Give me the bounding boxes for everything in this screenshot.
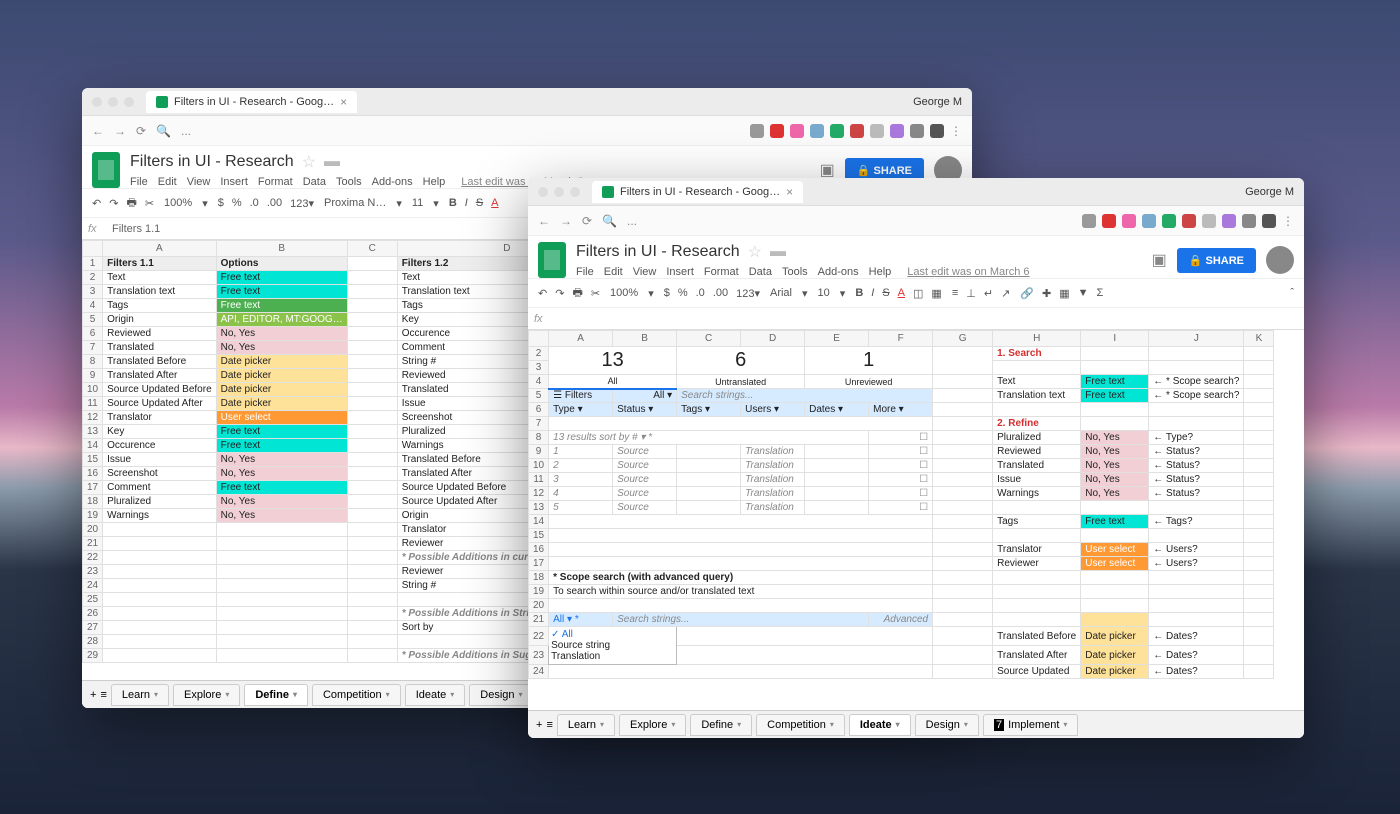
formula-bar[interactable]: fx <box>528 308 1304 330</box>
browser-tab[interactable]: Filters in UI - Research - Goog…× <box>592 181 803 203</box>
sheet-tab-design[interactable]: Design ▾ <box>915 714 979 736</box>
sheet-tab-ideate[interactable]: Ideate ▾ <box>849 714 911 736</box>
avatar[interactable] <box>1266 246 1294 274</box>
toolbar[interactable]: ↶↷🖶✂ 100%▾ $%.0.00123▾ Arial▾10▾ BISA◫▦ … <box>528 278 1304 308</box>
sheets-icon <box>156 96 168 108</box>
sheet-tab-define[interactable]: Define ▾ <box>690 714 752 736</box>
menu-bar[interactable]: File Edit View Insert Format Data Tools Add-ons… <box>130 176 584 188</box>
menu-file[interactable]: File <box>576 266 594 278</box>
menu-format[interactable]: Format <box>704 266 739 278</box>
titlebar[interactable]: Filters in UI - Research - Goog…× George… <box>528 178 1304 206</box>
menu-view[interactable]: View <box>187 176 211 188</box>
menu-insert[interactable]: Insert <box>666 266 694 278</box>
last-edit[interactable]: Last edit was on March 6 <box>907 266 1029 278</box>
titlebar[interactable]: Filters in UI - Research - Goog…× George… <box>82 88 972 116</box>
menu-format[interactable]: Format <box>258 176 293 188</box>
browser-tab[interactable]: Filters in UI - Research - Goog…× <box>146 91 357 113</box>
app-header: Filters in UI - Research☆▬ FileEditViewI… <box>528 236 1304 278</box>
add-sheet-icon[interactable]: + <box>90 689 96 701</box>
menu-edit[interactable]: Edit <box>158 176 177 188</box>
back-icon[interactable]: ← <box>92 124 104 138</box>
sheet-tab-learn[interactable]: Learn ▾ <box>557 714 615 736</box>
user-label: George M <box>913 96 962 108</box>
menu-tools[interactable]: Tools <box>782 266 808 278</box>
menu-insert[interactable]: Insert <box>220 176 248 188</box>
menu-tools[interactable]: Tools <box>336 176 362 188</box>
window-2: Filters in UI - Research - Goog…× George… <box>528 178 1304 738</box>
close-icon[interactable]: × <box>340 95 347 109</box>
url-bar[interactable]: ←→⟳🔍... ⋮ <box>528 206 1304 236</box>
url-bar[interactable]: ←→⟳ 🔍... ⋮ <box>82 116 972 146</box>
sheet-tab-learn[interactable]: Learn ▾ <box>111 684 169 706</box>
user-label: George M <box>1245 186 1294 198</box>
menu-bar[interactable]: File Edit View Insert Format Data Tools Add-ons… <box>576 266 1030 278</box>
reload-icon[interactable]: ⟳ <box>136 124 146 138</box>
sheets-icon <box>602 186 614 198</box>
sheet-tab-competition[interactable]: Competition ▾ <box>312 684 401 706</box>
sheet-tab-ideate[interactable]: Ideate ▾ <box>405 684 466 706</box>
menu-file[interactable]: File <box>130 176 148 188</box>
close-icon[interactable]: × <box>786 185 793 199</box>
doc-title[interactable]: Filters in UI - Research <box>576 243 740 261</box>
all-sheets-icon[interactable]: ≡ <box>100 689 106 701</box>
menu-add-ons[interactable]: Add-ons <box>372 176 413 188</box>
star-icon[interactable]: ☆ <box>302 152 316 172</box>
menu-help[interactable]: Help <box>869 266 892 278</box>
fwd-icon[interactable]: → <box>114 124 126 138</box>
sheets-logo-icon[interactable] <box>92 152 120 188</box>
sheet-tab-explore[interactable]: Explore ▾ <box>173 684 240 706</box>
sheet-tab-implement[interactable]: 7 Implement ▾ <box>983 714 1079 736</box>
menu-help[interactable]: Help <box>423 176 446 188</box>
sheet-tab-explore[interactable]: Explore ▾ <box>619 714 686 736</box>
menu-add-ons[interactable]: Add-ons <box>818 266 859 278</box>
doc-title[interactable]: Filters in UI - Research <box>130 153 294 171</box>
folder-icon[interactable]: ▬ <box>324 153 340 171</box>
menu-view[interactable]: View <box>633 266 657 278</box>
sheet-tab-define[interactable]: Define ▾ <box>244 684 308 706</box>
menu-data[interactable]: Data <box>749 266 772 278</box>
sheet-tab-competition[interactable]: Competition ▾ <box>756 714 845 736</box>
share-button[interactable]: 🔒 SHARE <box>1177 248 1256 273</box>
menu-edit[interactable]: Edit <box>604 266 623 278</box>
sheet-tabs[interactable]: + ≡ Learn ▾Explore ▾Define ▾Competition … <box>528 710 1304 738</box>
spreadsheet[interactable]: ABCDEFGHIJK213611. Search34AllUntranslat… <box>528 330 1304 738</box>
sheets-logo-icon[interactable] <box>538 242 566 278</box>
comment-icon[interactable]: ▣ <box>1152 250 1167 270</box>
all-sheets-icon[interactable]: ≡ <box>546 719 552 731</box>
comment-icon[interactable]: ▣ <box>820 160 835 180</box>
add-sheet-icon[interactable]: + <box>536 719 542 731</box>
sheet-tab-design[interactable]: Design ▾ <box>469 684 533 706</box>
menu-data[interactable]: Data <box>303 176 326 188</box>
